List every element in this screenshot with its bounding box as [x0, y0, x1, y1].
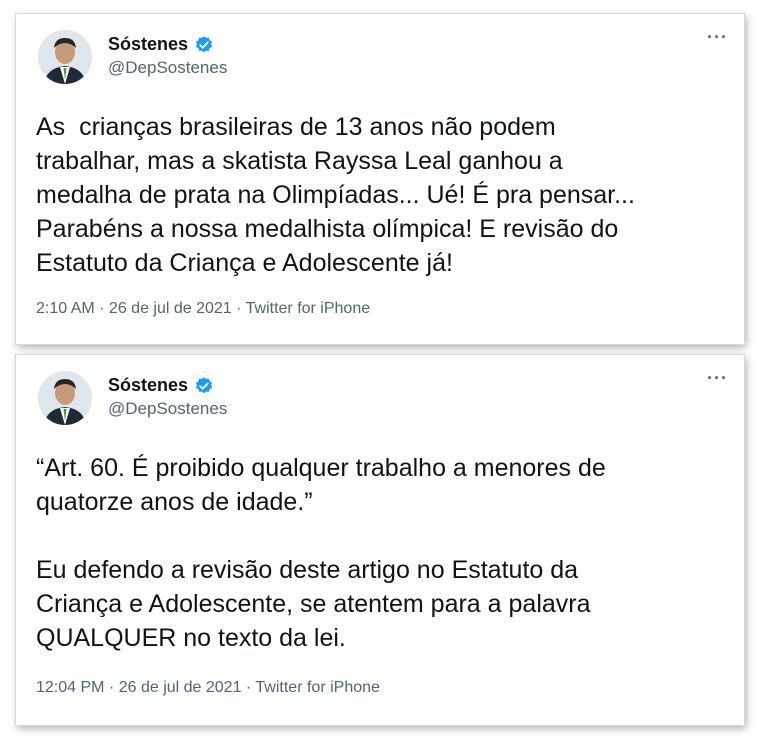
tweet-text: “Art. 60. É proibido qualquer trabalho a… — [36, 454, 606, 652]
more-options-icon[interactable]: ··· — [707, 28, 728, 46]
author-handle[interactable]: @DepSostenes — [108, 58, 227, 78]
tweet-timestamp[interactable]: 12:04 PM · 26 de jul de 2021 · Twitter f… — [36, 679, 380, 697]
tweet-text: As crianças brasileiras de 13 anos não p… — [36, 113, 635, 277]
avatar[interactable] — [38, 30, 92, 84]
author-handle[interactable]: @DepSostenes — [108, 399, 227, 419]
verified-badge-icon — [195, 376, 213, 393]
tweet-card[interactable]: Sóstenes @DepSostenes ··· “Art. 60. É pr… — [16, 355, 744, 725]
more-options-icon[interactable]: ··· — [707, 369, 728, 387]
verified-badge-icon — [195, 35, 213, 52]
tweet-timestamp[interactable]: 2:10 AM · 26 de jul de 2021 · Twitter fo… — [36, 300, 370, 318]
author-name[interactable]: Sóstenes — [108, 34, 188, 55]
author-name[interactable]: Sóstenes — [108, 375, 188, 396]
tweet-card[interactable]: Sóstenes @DepSostenes ··· As crianças br… — [16, 14, 744, 344]
avatar[interactable] — [38, 371, 92, 425]
